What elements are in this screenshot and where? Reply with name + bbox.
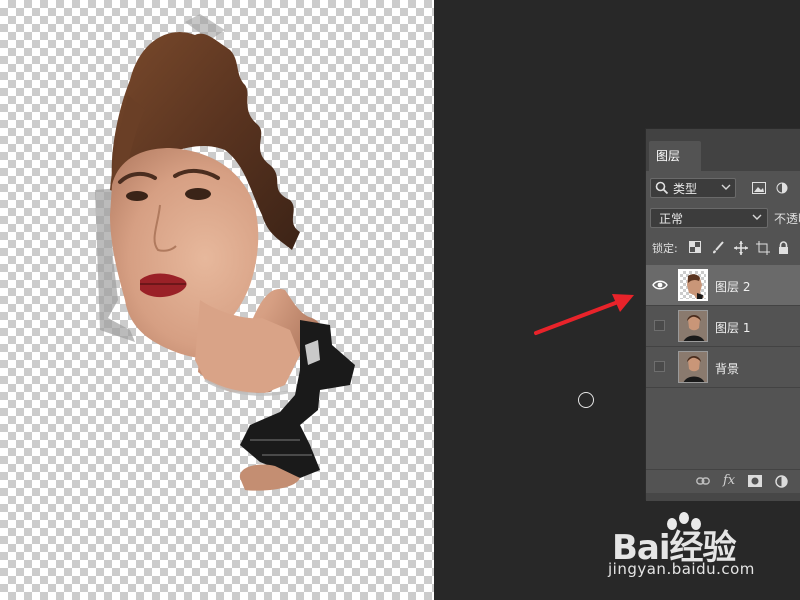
baidu-paw-icon <box>667 512 701 530</box>
layers-panel: 图层 类型 正常 不透明度: <box>645 128 800 501</box>
panel-resize-strip[interactable] <box>646 493 800 501</box>
visibility-toggle-off[interactable] <box>654 361 665 372</box>
lock-artboard-icon[interactable] <box>756 241 770 255</box>
watermark-url: jingyan.baidu.com <box>608 560 755 578</box>
fx-icon[interactable]: fx <box>723 473 735 488</box>
blend-row: 正常 不透明度: <box>646 207 800 231</box>
visibility-toggle-off[interactable] <box>654 320 665 331</box>
tab-layers-label: 图层 <box>656 149 681 163</box>
lock-image-pixels-icon[interactable] <box>711 241 725 255</box>
layer-thumbnail <box>678 310 708 342</box>
layer-row-layer-1[interactable]: 图层 1 <box>646 306 800 347</box>
annotation-arrow-icon <box>534 294 634 335</box>
eye-icon[interactable] <box>652 278 668 292</box>
filter-row: 类型 <box>646 177 800 201</box>
link-icon[interactable] <box>696 475 710 487</box>
tab-layers[interactable]: 图层 <box>649 141 701 171</box>
chevron-down-icon <box>752 214 762 220</box>
baidu-jingyan-watermark: Bai经验 jingyan.baidu.com <box>600 512 800 600</box>
document-canvas[interactable] <box>0 0 434 600</box>
search-icon <box>655 181 669 195</box>
blend-mode-select[interactable]: 正常 <box>650 208 768 228</box>
lock-position-icon[interactable] <box>734 241 748 255</box>
panel-header: 图层 <box>646 129 800 171</box>
layer-list: 图层 2 图层 1 背景 <box>646 265 800 388</box>
layer-filter-select[interactable]: 类型 <box>650 178 736 198</box>
filter-select-label: 类型 <box>673 182 698 196</box>
pixel-layer-filter-icon[interactable] <box>752 182 766 194</box>
adjustment-layer-filter-icon[interactable] <box>776 182 788 194</box>
layer-name[interactable]: 图层 2 <box>715 278 750 295</box>
portrait-cutout <box>95 14 355 491</box>
mask-icon[interactable] <box>748 475 762 487</box>
adjustment-icon[interactable] <box>775 475 788 488</box>
lock-all-icon[interactable] <box>778 241 789 254</box>
layer-name[interactable]: 背景 <box>715 360 739 377</box>
layer-row-background[interactable]: 背景 <box>646 347 800 388</box>
layer-row-layer-2[interactable]: 图层 2 <box>646 265 800 306</box>
lock-row: 锁定: <box>646 237 800 259</box>
brush-cursor-icon <box>578 392 594 408</box>
lock-label: 锁定: <box>652 242 678 255</box>
lock-transparent-pixels-icon[interactable] <box>689 241 701 253</box>
layer-thumbnail <box>678 269 708 301</box>
layer-name[interactable]: 图层 1 <box>715 319 750 336</box>
layer-thumbnail <box>678 351 708 383</box>
chevron-down-icon <box>721 184 731 190</box>
panel-footer: fx <box>646 469 800 494</box>
blend-mode-value: 正常 <box>659 212 684 226</box>
opacity-label: 不透明度: <box>774 212 800 226</box>
